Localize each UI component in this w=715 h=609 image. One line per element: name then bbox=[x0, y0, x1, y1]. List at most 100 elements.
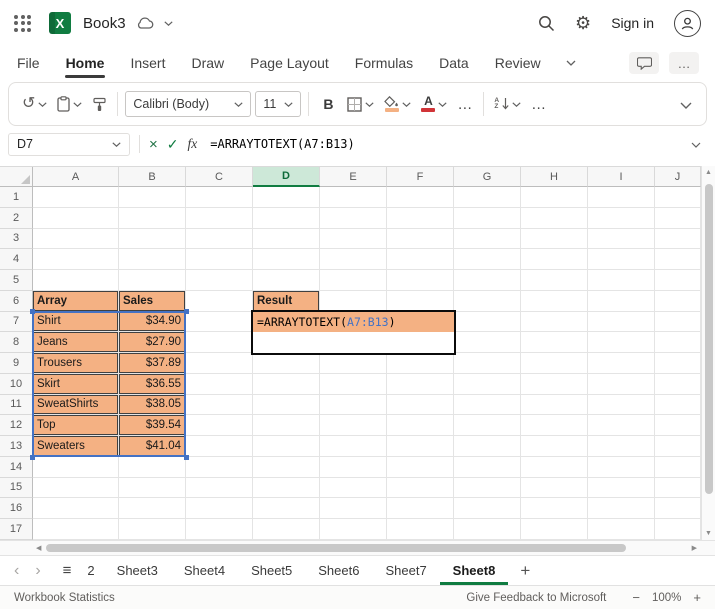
cell-G6[interactable] bbox=[454, 290, 521, 312]
cell-J7[interactable] bbox=[655, 311, 701, 333]
column-header-H[interactable]: H bbox=[521, 167, 588, 187]
cell-J3[interactable] bbox=[655, 228, 701, 250]
cell-H6[interactable] bbox=[521, 290, 588, 312]
cell-I5[interactable] bbox=[588, 270, 655, 291]
cell-G12[interactable] bbox=[454, 415, 521, 436]
cell-F17[interactable] bbox=[387, 519, 454, 540]
cell-D14[interactable] bbox=[253, 456, 320, 478]
cell-E11[interactable] bbox=[320, 394, 387, 416]
fill-color-dropdown[interactable] bbox=[381, 93, 414, 115]
cell-I3[interactable] bbox=[588, 228, 655, 250]
account-avatar-icon[interactable] bbox=[674, 9, 701, 37]
cell-F11[interactable] bbox=[387, 394, 454, 416]
cell-F4[interactable] bbox=[387, 249, 454, 270]
tab-review[interactable]: Review bbox=[494, 47, 542, 79]
sheet-tab-sheet8[interactable]: Sheet8 bbox=[440, 556, 509, 585]
cell-D17[interactable] bbox=[253, 519, 320, 540]
cell-C6[interactable] bbox=[186, 290, 253, 312]
ribbon-collapse-chevron[interactable] bbox=[676, 93, 696, 116]
menubar-more-button[interactable]: … bbox=[669, 52, 699, 74]
cell-G5[interactable] bbox=[454, 270, 521, 291]
cell-C15[interactable] bbox=[186, 477, 253, 499]
sheet-tab-sheet2-partial[interactable]: 2 bbox=[83, 556, 103, 585]
cell-D4[interactable] bbox=[253, 249, 320, 270]
cell-A11[interactable]: SweatShirts bbox=[33, 394, 119, 416]
cell-A10[interactable]: Skirt bbox=[33, 373, 119, 395]
cell-A17[interactable] bbox=[33, 519, 119, 540]
cell-G8[interactable] bbox=[454, 332, 521, 353]
sheet-tab-sheet4[interactable]: Sheet4 bbox=[171, 556, 238, 585]
cell-I10[interactable] bbox=[588, 373, 655, 395]
cell-C12[interactable] bbox=[186, 415, 253, 436]
cell-H7[interactable] bbox=[521, 311, 588, 333]
cell-H3[interactable] bbox=[521, 228, 588, 250]
cell-D16[interactable] bbox=[253, 498, 320, 519]
cell-G3[interactable] bbox=[454, 228, 521, 250]
toolbar-overflow-button[interactable]: … bbox=[528, 93, 550, 116]
column-header-G[interactable]: G bbox=[454, 167, 521, 187]
sheet-tab-sheet6[interactable]: Sheet6 bbox=[305, 556, 372, 585]
scroll-left-arrow-icon[interactable]: ◀ bbox=[36, 544, 41, 552]
excel-logo-icon[interactable]: X bbox=[49, 12, 71, 34]
cell-E15[interactable] bbox=[320, 477, 387, 499]
cell-I4[interactable] bbox=[588, 249, 655, 270]
toolbar-more-button[interactable]: … bbox=[454, 93, 476, 116]
cell-A3[interactable] bbox=[33, 228, 119, 250]
cell-B16[interactable] bbox=[119, 498, 186, 519]
cell-I17[interactable] bbox=[588, 519, 655, 540]
cell-A2[interactable] bbox=[33, 207, 119, 229]
cell-D6[interactable]: Result bbox=[253, 290, 320, 312]
column-header-C[interactable]: C bbox=[186, 167, 253, 187]
cell-J14[interactable] bbox=[655, 456, 701, 478]
cell-G16[interactable] bbox=[454, 498, 521, 519]
cell-E6[interactable] bbox=[320, 290, 387, 312]
cell-A15[interactable] bbox=[33, 477, 119, 499]
search-icon[interactable] bbox=[538, 15, 555, 32]
cell-I15[interactable] bbox=[588, 477, 655, 499]
cell-B3[interactable] bbox=[119, 228, 186, 250]
cell-C7[interactable] bbox=[186, 311, 253, 333]
cell-J4[interactable] bbox=[655, 249, 701, 270]
cell-I9[interactable] bbox=[588, 353, 655, 374]
cell-C10[interactable] bbox=[186, 373, 253, 395]
workbook-name[interactable]: Book3 bbox=[83, 15, 126, 32]
cell-D13[interactable] bbox=[253, 436, 320, 457]
row-header-3[interactable]: 3 bbox=[0, 228, 33, 250]
zoom-level[interactable]: 100% bbox=[652, 592, 681, 604]
range-fill-handle[interactable] bbox=[30, 308, 35, 314]
cell-A16[interactable] bbox=[33, 498, 119, 519]
cell-E3[interactable] bbox=[320, 228, 387, 250]
row-header-14[interactable]: 14 bbox=[0, 456, 33, 478]
cell-B11[interactable]: $38.05 bbox=[119, 394, 186, 416]
row-header-12[interactable]: 12 bbox=[0, 415, 33, 436]
cell-J13[interactable] bbox=[655, 436, 701, 457]
cell-C2[interactable] bbox=[186, 207, 253, 229]
cell-I11[interactable] bbox=[588, 394, 655, 416]
cell-G14[interactable] bbox=[454, 456, 521, 478]
cell-C5[interactable] bbox=[186, 270, 253, 291]
range-fill-handle[interactable] bbox=[184, 454, 189, 460]
settings-gear-icon[interactable]: ⚙ bbox=[575, 14, 591, 32]
cell-C9[interactable] bbox=[186, 353, 253, 374]
vertical-scrollbar[interactable]: ▲ ▼ bbox=[701, 166, 715, 540]
horizontal-scroll-thumb[interactable] bbox=[46, 544, 627, 552]
sign-in-link[interactable]: Sign in bbox=[611, 15, 654, 31]
row-header-11[interactable]: 11 bbox=[0, 394, 33, 416]
sheet-nav-left-icon[interactable]: ‹ bbox=[6, 562, 27, 579]
row-header-5[interactable]: 5 bbox=[0, 270, 33, 291]
cell-C16[interactable] bbox=[186, 498, 253, 519]
cell-H13[interactable] bbox=[521, 436, 588, 457]
row-header-16[interactable]: 16 bbox=[0, 498, 33, 519]
tab-insert[interactable]: Insert bbox=[129, 47, 166, 79]
workbook-statistics-button[interactable]: Workbook Statistics bbox=[14, 592, 115, 604]
cell-D11[interactable] bbox=[253, 394, 320, 416]
tab-page-layout[interactable]: Page Layout bbox=[249, 47, 330, 79]
cell-F10[interactable] bbox=[387, 373, 454, 395]
sheet-nav-right-icon[interactable]: › bbox=[27, 562, 48, 579]
cell-A13[interactable]: Sweaters bbox=[33, 436, 119, 457]
cell-J12[interactable] bbox=[655, 415, 701, 436]
cell-E13[interactable] bbox=[320, 436, 387, 457]
undo-button[interactable]: ↺ bbox=[19, 93, 50, 115]
cell-F14[interactable] bbox=[387, 456, 454, 478]
cell-H9[interactable] bbox=[521, 353, 588, 374]
